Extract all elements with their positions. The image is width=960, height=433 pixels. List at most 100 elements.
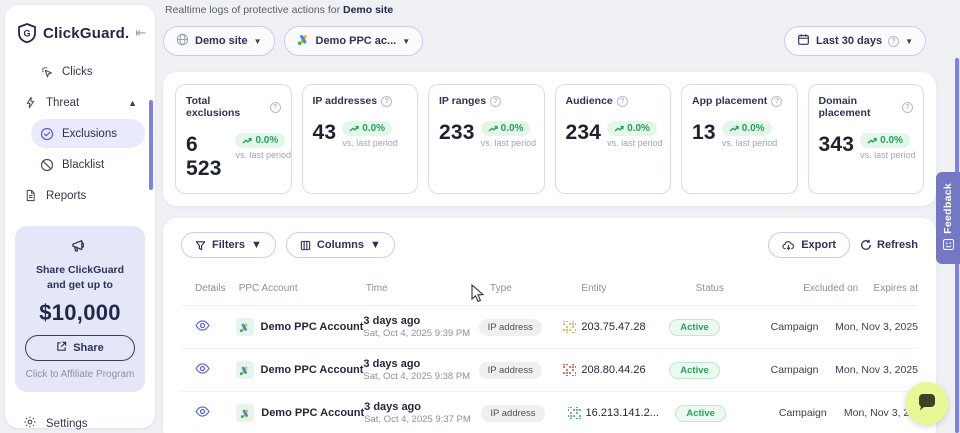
sidebar-item-threat[interactable]: Threat ▲ — [15, 88, 145, 117]
stat-card-audience: Audience? 234 0.0%vs. last period — [555, 84, 672, 194]
chevron-down-icon: ▼ — [370, 239, 381, 251]
stat-label: IP ranges — [439, 95, 486, 107]
entity-identicon — [568, 407, 581, 420]
check-circle-icon — [39, 126, 54, 141]
status-badge: Active — [669, 319, 720, 336]
ppc-account-selector[interactable]: Demo PPC ac... ▼ — [284, 26, 424, 56]
trend-up-icon — [614, 125, 624, 133]
stat-value: 343 — [819, 133, 855, 157]
view-details-eye-icon[interactable] — [195, 363, 210, 377]
filter-funnel-icon — [195, 240, 206, 251]
entity-value[interactable]: 203.75.47.28 — [581, 321, 645, 333]
entity-identicon — [563, 364, 576, 377]
date-range-selector[interactable]: Last 30 days ? ▼ — [784, 26, 926, 56]
sidebar-item-reports[interactable]: Reports — [15, 181, 145, 210]
help-icon[interactable]: ? — [270, 102, 281, 113]
stat-value: 6 523 — [186, 133, 229, 181]
sidebar-item-settings[interactable]: Settings — [5, 406, 155, 433]
col-header-entity[interactable]: Entity — [581, 283, 695, 294]
stat-label: App placement — [692, 95, 767, 107]
trend-sub: vs. last period — [481, 138, 534, 148]
clickguard-shield-logo-icon: G — [17, 23, 37, 43]
filters-label: Filters — [212, 239, 245, 251]
col-header-type[interactable]: Type — [490, 283, 581, 294]
sidebar-nav: Clicks Threat ▲ Exclusions Blacklist — [5, 57, 155, 210]
filter-bar: Demo site ▼ Demo PPC ac... ▼ Last 30 day… — [163, 26, 960, 56]
help-icon[interactable]: ? — [490, 96, 501, 107]
table-row[interactable]: Demo PPC Account 3 days agoSat, Oct 4, 2… — [181, 392, 918, 433]
columns-button[interactable]: Columns ▼ — [286, 232, 395, 258]
type-badge: IP address — [479, 362, 542, 379]
sidebar-item-label: Threat — [46, 97, 79, 109]
refresh-label: Refresh — [877, 239, 918, 251]
expires-at-value: Mon, Nov 3, 2025 — [823, 321, 918, 333]
affiliate-promo-card[interactable]: Share ClickGuard and get up to $10,000 S… — [15, 226, 145, 392]
gear-icon — [23, 415, 37, 432]
stat-card-ip-addresses: IP addresses? 43 0.0%vs. last period — [302, 84, 419, 194]
share-button[interactable]: Share — [25, 335, 135, 361]
sidebar-collapse-icon[interactable]: ⇤ — [135, 25, 146, 41]
filters-button[interactable]: Filters ▼ — [181, 232, 276, 258]
trend-value: 0.0% — [742, 123, 765, 134]
google-ads-icon — [297, 33, 310, 49]
help-icon[interactable]: ? — [617, 96, 628, 107]
col-header-expires-at[interactable]: Expires at — [862, 283, 918, 294]
sidebar-item-label: Blacklist — [62, 159, 104, 171]
stat-card-app-placement: App placement? 13 0.0%vs. last period — [681, 84, 798, 194]
time-absolute: Sat, Oct 4, 2025 9:37 PM — [364, 414, 481, 425]
view-details-eye-icon[interactable] — [195, 406, 210, 420]
megaphone-icon — [25, 238, 135, 257]
col-header-time[interactable]: Time — [366, 283, 490, 294]
ppc-account-name: Demo PPC Account — [261, 321, 364, 333]
help-icon: ? — [888, 36, 899, 47]
sidebar-item-label: Exclusions — [62, 128, 117, 140]
ppc-account-selector-label: Demo PPC ac... — [316, 35, 397, 47]
trend-value: 0.0% — [880, 135, 903, 146]
refresh-button[interactable]: Refresh — [860, 239, 918, 251]
sidebar-item-blacklist[interactable]: Blacklist — [31, 150, 145, 179]
table-row[interactable]: Demo PPC Account 3 days agoSat, Oct 4, 2… — [181, 306, 918, 349]
entity-value[interactable]: 208.80.44.26 — [581, 364, 645, 376]
export-button[interactable]: Export — [768, 232, 850, 258]
expires-at-value: Mon, Nov 3, 2025 — [823, 364, 918, 376]
chevron-up-icon[interactable]: ▲ — [128, 98, 137, 108]
help-icon[interactable]: ? — [771, 96, 782, 107]
sidebar-item-clicks[interactable]: Clicks — [31, 57, 145, 86]
page-title-site: Demo site — [343, 4, 393, 16]
col-header-status[interactable]: Status — [696, 283, 800, 294]
trend-sub: vs. last period — [235, 150, 280, 160]
table-header-row: Details PPC Account Time Type Entity Sta… — [181, 272, 918, 306]
feedback-label: Feedback — [942, 183, 954, 234]
help-icon[interactable]: ? — [381, 96, 392, 107]
stat-card-total-exclusions: Total exclusions? 6 523 0.0%vs. last per… — [175, 84, 292, 194]
col-header-excluded-on[interactable]: Excluded on — [800, 283, 862, 294]
trend-up-icon — [242, 137, 252, 145]
site-selector[interactable]: Demo site ▼ — [163, 26, 275, 56]
trend-up-icon — [488, 125, 498, 133]
google-ads-icon — [236, 318, 254, 336]
stat-value: 43 — [313, 121, 337, 145]
globe-icon — [176, 33, 189, 49]
google-ads-icon — [236, 361, 254, 379]
chevron-down-icon: ▼ — [251, 239, 262, 251]
col-header-ppc-account[interactable]: PPC Account — [239, 283, 366, 294]
stat-label: Total exclusions — [186, 95, 266, 119]
trend-up-icon — [349, 125, 359, 133]
view-details-eye-icon[interactable] — [195, 320, 210, 334]
cloud-download-icon — [782, 240, 795, 251]
col-header-details[interactable]: Details — [181, 283, 239, 294]
sidebar-item-exclusions[interactable]: Exclusions — [31, 119, 145, 148]
stat-label: IP addresses — [313, 95, 378, 107]
lightning-icon — [23, 95, 38, 110]
sidebar-scrollbar[interactable] — [149, 100, 153, 190]
affiliate-link-text[interactable]: Click to Affiliate Program — [25, 369, 135, 380]
trend-up-icon — [867, 137, 877, 145]
table-row[interactable]: Demo PPC Account 3 days agoSat, Oct 4, 2… — [181, 349, 918, 392]
help-icon[interactable]: ? — [902, 102, 913, 113]
entity-value[interactable]: 16.213.141.2... — [586, 407, 659, 419]
chevron-down-icon: ▼ — [254, 37, 262, 46]
trend-sub: vs. last period — [860, 150, 913, 160]
trend-value: 0.0% — [627, 123, 650, 134]
feedback-tab[interactable]: Feedback — [936, 172, 960, 264]
chat-widget-button[interactable] — [905, 382, 948, 425]
